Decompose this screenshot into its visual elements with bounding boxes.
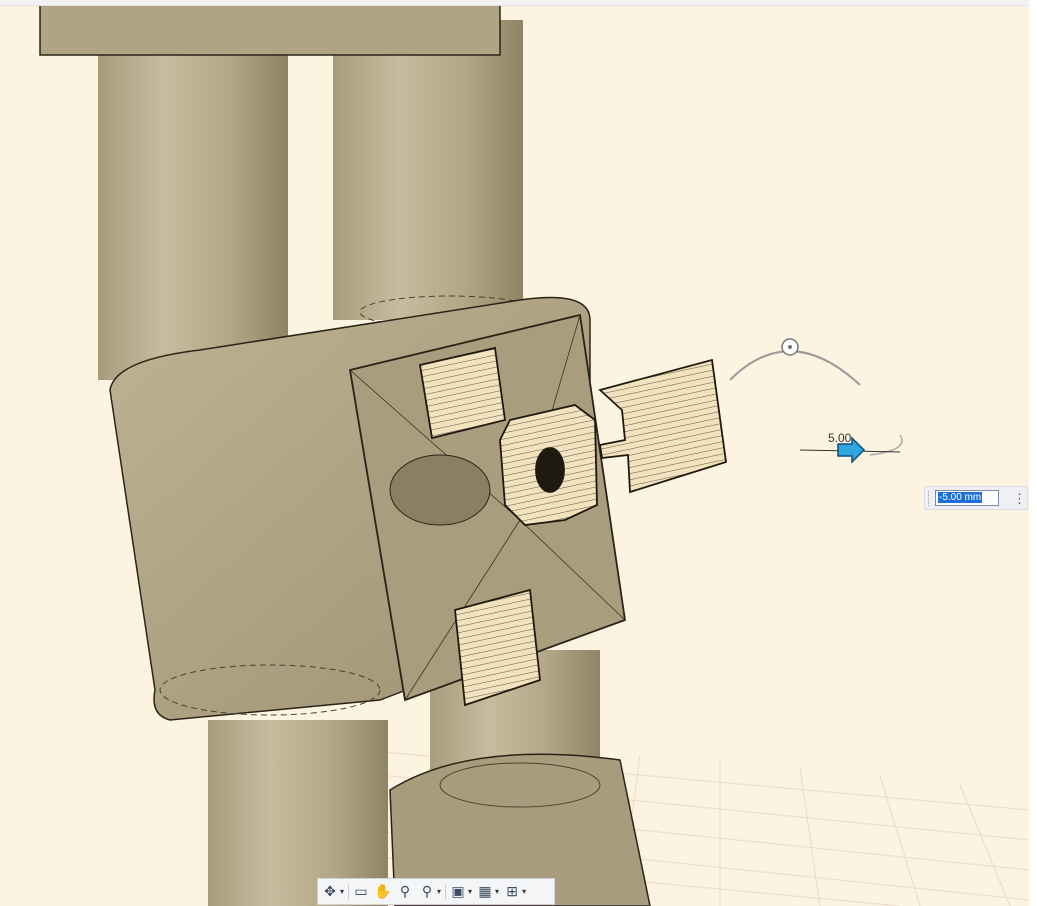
zoom-window-icon: ⚲	[421, 883, 433, 899]
right-edge	[1029, 0, 1037, 906]
chevron-down-icon[interactable]: ▾	[340, 887, 344, 896]
nav-fit-button[interactable]: ⚲ ▾	[418, 881, 441, 903]
viewports-icon: ⊞	[506, 883, 518, 899]
grid-icon: ▦	[478, 883, 492, 899]
top-edge	[0, 0, 1037, 6]
more-vertical-icon[interactable]: ⋮	[1013, 491, 1026, 507]
distance-input-value: -5.00 mm	[938, 492, 983, 503]
dimension-arrow-label: 5.00	[828, 431, 852, 445]
pan-hand-icon: ✋	[374, 883, 392, 899]
chevron-down-icon[interactable]: ▾	[495, 887, 499, 896]
nav-pan-button[interactable]: ✋	[374, 881, 392, 903]
chevron-down-icon[interactable]: ▾	[437, 887, 441, 896]
chevron-down-icon[interactable]: ▾	[468, 887, 472, 896]
nav-display-settings-button[interactable]: ▣ ▾	[449, 881, 472, 903]
navigation-bar: ✥ ▾ ▭ ✋ ⚲ ⚲ ▾ ▣ ▾ ▦ ▾ ⊞ ▾	[317, 878, 555, 905]
model-scene[interactable]	[0, 0, 1029, 906]
chevron-down-icon[interactable]: ▾	[522, 887, 526, 896]
canvas-viewport[interactable]: 5.00 -5.00 mm ⋮ ✥ ▾ ▭ ✋ ⚲ ⚲ ▾ ▣ ▾ ▦ ▾ ⊞ ▾	[0, 0, 1037, 906]
look-at-icon: ▭	[354, 883, 368, 899]
orbit-icon: ✥	[324, 883, 336, 899]
drag-grip-icon[interactable]	[928, 491, 932, 506]
nav-viewports-button[interactable]: ⊞ ▾	[503, 881, 526, 903]
nav-grid-and-snaps-button[interactable]: ▦ ▾	[476, 881, 499, 903]
dimension-input-box: -5.00 mm ⋮	[924, 486, 1028, 510]
zoom-icon: ⚲	[399, 883, 411, 899]
distance-input[interactable]: -5.00 mm	[935, 490, 999, 506]
nav-orbit-button[interactable]: ✥ ▾	[321, 881, 344, 903]
nav-look-at-button[interactable]: ▭	[352, 881, 370, 903]
toolbar-separator	[445, 883, 447, 900]
toolbar-separator	[348, 883, 350, 900]
display-settings-icon: ▣	[451, 883, 465, 899]
nav-zoom-button[interactable]: ⚲	[396, 881, 414, 903]
